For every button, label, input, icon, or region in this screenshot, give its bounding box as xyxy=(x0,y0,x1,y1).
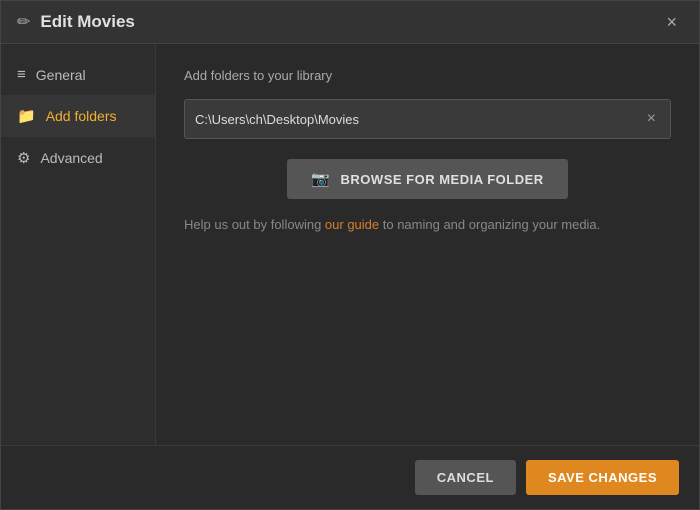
folder-input-row: × xyxy=(184,99,671,139)
sidebar-item-advanced-label: Advanced xyxy=(40,150,102,166)
edit-movies-dialog: ✏ Edit Movies × ≡ General 📁 Add folders … xyxy=(0,0,700,510)
guide-text-after: to naming and organizing your media. xyxy=(379,217,600,232)
sidebar-item-general[interactable]: ≡ General xyxy=(1,54,155,95)
add-folders-icon: 📁 xyxy=(17,107,36,125)
sidebar-item-add-folders[interactable]: 📁 Add folders xyxy=(1,95,155,137)
section-label: Add folders to your library xyxy=(184,68,671,83)
folder-clear-button[interactable]: × xyxy=(643,109,660,129)
title-bar: ✏ Edit Movies × xyxy=(1,1,699,44)
dialog-footer: CANCEL SAVE CHANGES xyxy=(1,445,699,509)
browse-icon: 📷 xyxy=(311,170,330,188)
sidebar-item-add-folders-label: Add folders xyxy=(46,108,117,124)
guide-text: Help us out by following our guide to na… xyxy=(184,215,671,235)
guide-text-before: Help us out by following xyxy=(184,217,325,232)
edit-icon: ✏ xyxy=(17,12,30,32)
general-icon: ≡ xyxy=(17,66,26,83)
folder-path-input[interactable] xyxy=(195,112,643,127)
browse-button-label: BROWSE FOR MEDIA FOLDER xyxy=(341,172,544,187)
main-content: Add folders to your library × 📷 BROWSE F… xyxy=(156,44,699,445)
save-changes-button[interactable]: SAVE CHANGES xyxy=(526,460,679,495)
title-bar-left: ✏ Edit Movies xyxy=(17,12,135,32)
dialog-title: Edit Movies xyxy=(40,12,134,32)
guide-link[interactable]: our guide xyxy=(325,217,379,232)
dialog-body: ≡ General 📁 Add folders ⚙ Advanced Add f… xyxy=(1,44,699,445)
sidebar-item-general-label: General xyxy=(36,67,86,83)
advanced-icon: ⚙ xyxy=(17,149,30,167)
browse-media-folder-button[interactable]: 📷 BROWSE FOR MEDIA FOLDER xyxy=(287,159,567,199)
close-button[interactable]: × xyxy=(660,11,683,33)
sidebar: ≡ General 📁 Add folders ⚙ Advanced xyxy=(1,44,156,445)
sidebar-item-advanced[interactable]: ⚙ Advanced xyxy=(1,137,155,179)
cancel-button[interactable]: CANCEL xyxy=(415,460,516,495)
